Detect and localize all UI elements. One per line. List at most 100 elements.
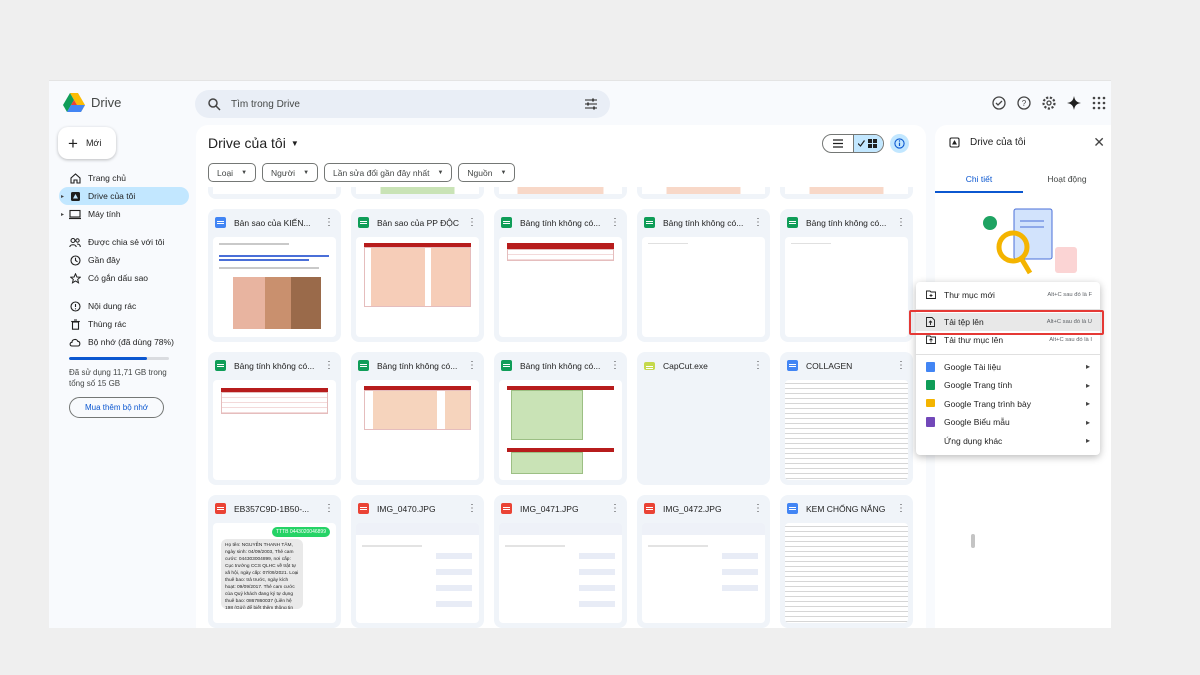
sidebar-item-spam[interactable]: Nội dung rác (59, 297, 189, 315)
file-name: Bảng tính không có... (806, 217, 887, 228)
file-name: Bản sao của PP ĐỘC... (377, 217, 459, 228)
expand-caret-icon[interactable]: ▸ (61, 211, 64, 218)
menu-item-more-apps[interactable]: Ứng dụng khác ▸ (916, 432, 1100, 451)
file-card[interactable]: IMG_0470.JPG ⋮ (351, 495, 484, 628)
list-view-icon[interactable] (823, 135, 853, 152)
gear-icon[interactable] (1041, 95, 1057, 111)
offline-status-icon[interactable] (991, 95, 1007, 111)
file-card[interactable]: IMG_0472.JPG ⋮ (637, 495, 770, 628)
expand-caret-icon[interactable]: ▸ (61, 193, 64, 200)
info-icon[interactable] (890, 134, 909, 153)
more-options-icon[interactable]: ⋮ (467, 217, 477, 228)
google-sheet-icon (358, 360, 369, 371)
more-options-icon[interactable]: ⋮ (324, 360, 334, 371)
new-folder-icon (926, 290, 936, 300)
file-card[interactable]: Bảng tính không có... ⋮ (494, 209, 627, 342)
more-options-icon[interactable]: ⋮ (896, 217, 906, 228)
more-options-icon[interactable]: ⋮ (467, 503, 477, 514)
file-card-partial[interactable] (351, 187, 484, 199)
menu-item-google-sheets[interactable]: Google Trang tính ▸ (916, 376, 1100, 395)
sidebar-item-storage[interactable]: Bộ nhớ (đã dùng 78%) (59, 333, 189, 351)
sidebar-item-home[interactable]: Trang chủ (59, 169, 189, 187)
google-sheets-icon (926, 380, 936, 391)
file-card[interactable]: Bản sao của PP ĐỘC... ⋮ (351, 209, 484, 342)
google-sheet-icon (501, 360, 512, 371)
file-card[interactable]: Bảng tính không có... ⋮ (351, 352, 484, 485)
page-title[interactable]: Drive của tôi ▼ (208, 135, 299, 151)
file-thumbnail (213, 380, 336, 480)
sidebar-item-shared[interactable]: Được chia sẻ với tôi (59, 233, 189, 251)
search-options-icon[interactable] (584, 97, 598, 111)
more-options-icon[interactable]: ⋮ (467, 360, 477, 371)
file-card-partial[interactable] (780, 187, 913, 199)
chevron-down-icon: ▼ (500, 169, 507, 176)
file-card[interactable]: EB357C9D-1B50-... ⋮ TTTB 0443020046899 Họ… (208, 495, 341, 628)
sidebar-item-my-drive[interactable]: ▸ Drive của tôi (59, 187, 189, 205)
file-card[interactable]: KEM CHỐNG NẮNG ⋮ (780, 495, 913, 628)
more-options-icon[interactable]: ⋮ (610, 503, 620, 514)
file-card[interactable]: Bảng tính không có... ⋮ (494, 352, 627, 485)
close-icon[interactable]: ✕ (1093, 134, 1105, 151)
menu-item-file-upload[interactable]: Tải tệp lên Alt+C sau đó là U (916, 312, 1100, 331)
more-options-icon[interactable]: ⋮ (324, 217, 334, 228)
more-options-icon[interactable]: ⋮ (753, 503, 763, 514)
drive-logo[interactable]: Drive (63, 93, 121, 112)
help-icon[interactable]: ? (1016, 95, 1032, 111)
new-button[interactable]: + Mới (58, 127, 116, 159)
filter-modified[interactable]: Lần sửa đổi gần đây nhất ▼ (324, 163, 453, 182)
sidebar-item-recent[interactable]: Gần đây (59, 251, 189, 269)
file-card[interactable]: Bảng tính không có... ⋮ (780, 209, 913, 342)
search-input[interactable]: Tìm trong Drive (231, 99, 584, 110)
apps-grid-icon[interactable] (1091, 95, 1107, 111)
sidebar-item-starred[interactable]: Có gắn dấu sao (59, 269, 189, 287)
more-options-icon[interactable]: ⋮ (610, 360, 620, 371)
file-card[interactable]: COLLAGEN ⋮ (780, 352, 913, 485)
file-card[interactable]: CapCut.exe ⋮ (637, 352, 770, 485)
chevron-down-icon: ▼ (303, 169, 310, 176)
main-content: Drive của tôi ▼ Loại ▼ Người ▼ Lần sửa đổi… (196, 125, 926, 628)
more-options-icon[interactable]: ⋮ (753, 217, 763, 228)
filter-type[interactable]: Loại ▼ (208, 163, 257, 182)
image-file-icon (358, 503, 369, 514)
google-doc-icon (215, 217, 226, 228)
file-card-partial[interactable] (637, 187, 770, 199)
more-options-icon[interactable]: ⋮ (896, 360, 906, 371)
more-options-icon[interactable]: ⋮ (896, 503, 906, 514)
file-card[interactable]: Bản sao của KIẾN... ⋮ (208, 209, 341, 342)
menu-item-new-folder[interactable]: Thư mục mới Alt+C sau đó là F (916, 286, 1100, 305)
grid-view-icon[interactable] (852, 135, 883, 152)
file-thumbnail (499, 380, 622, 480)
search-icon[interactable] (207, 97, 221, 111)
menu-item-folder-upload[interactable]: Tải thư mục lên Alt+C sau đó là I (916, 331, 1100, 350)
file-card[interactable]: IMG_0471.JPG ⋮ (494, 495, 627, 628)
tab-details[interactable]: Chi tiết (935, 169, 1023, 193)
more-options-icon[interactable]: ⋮ (324, 503, 334, 514)
sidebar-item-trash[interactable]: Thùng rác (59, 315, 189, 333)
scrollbar[interactable] (971, 534, 975, 548)
tab-activity[interactable]: Hoạt động (1023, 169, 1111, 193)
filter-people[interactable]: Người ▼ (262, 163, 319, 182)
file-card-partial[interactable] (208, 187, 341, 199)
trash-icon (69, 318, 81, 330)
image-file-icon (501, 503, 512, 514)
filter-label: Người (271, 167, 296, 178)
file-card[interactable]: Bảng tính không có... ⋮ (208, 352, 341, 485)
file-name: COLLAGEN (806, 360, 853, 371)
menu-item-label: Google Biểu mẫu (944, 417, 1010, 428)
sidebar-item-computers[interactable]: ▸ Máy tính (59, 205, 189, 223)
filter-source[interactable]: Nguồn ▼ (458, 163, 516, 182)
more-options-icon[interactable]: ⋮ (610, 217, 620, 228)
file-card-partial[interactable] (494, 187, 627, 199)
menu-item-google-slides[interactable]: Google Trang trình bày ▸ (916, 395, 1100, 414)
menu-item-label: Tải thư mục lên (944, 335, 1004, 346)
buy-storage-button[interactable]: Mua thêm bộ nhớ (69, 397, 164, 418)
file-name: Bảng tính không có... (234, 360, 315, 371)
more-options-icon[interactable]: ⋮ (753, 360, 763, 371)
menu-item-google-docs[interactable]: Google Tài liệu ▸ (916, 358, 1100, 377)
search-bar[interactable]: Tìm trong Drive (195, 90, 610, 118)
file-card[interactable]: Bảng tính không có... ⋮ (637, 209, 770, 342)
menu-item-google-forms[interactable]: Google Biểu mẫu ▸ (916, 413, 1100, 432)
file-thumbnail (213, 237, 336, 337)
gemini-icon[interactable] (1066, 95, 1082, 111)
view-toggle[interactable] (822, 134, 884, 153)
